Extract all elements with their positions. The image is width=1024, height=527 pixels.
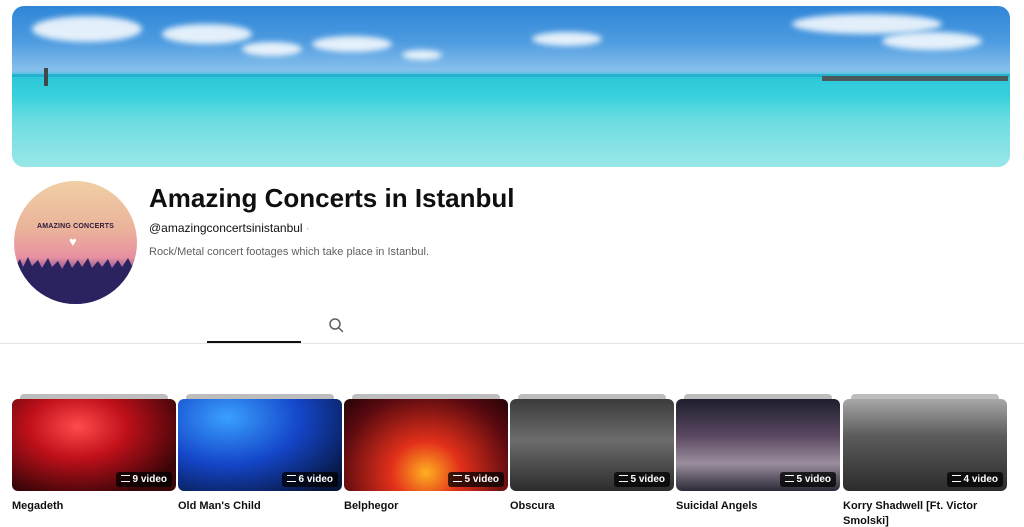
playlist-thumbnail[interactable]: 6 video [178,399,342,491]
playlist-icon [618,475,628,482]
video-count-badge: 6 video [281,472,338,487]
playlist-title[interactable]: Belphegor [344,499,508,514]
playlist-title[interactable]: Old Man's Child [178,499,342,514]
video-count: 6 video [298,474,333,485]
playlist-thumbnail[interactable]: 5 video [510,399,674,491]
playlist-icon [452,475,462,482]
channel-avatar[interactable]: AMAZING CONCERTS ♥ [14,181,137,304]
playlist-thumbnail[interactable]: 9 video [12,399,176,491]
playlist-title[interactable]: Korry Shadwell [Ft. Victor Smolski] [843,499,1007,527]
video-count-badge: 5 video [613,472,670,487]
playlist-title[interactable]: Obscura [510,499,674,514]
video-count: 5 video [464,474,499,485]
channel-handle[interactable]: @amazingconcertsinistanbul · [149,221,310,235]
video-count-badge: 4 video [946,472,1003,487]
channel-name: Amazing Concerts in Istanbul [149,183,515,213]
video-count: 4 video [963,474,998,485]
handle-text: @amazingconcertsinistanbul [149,221,303,235]
crowd-silhouette-icon [14,257,137,304]
video-count-badge: 5 video [447,472,504,487]
channel-banner [12,6,1010,167]
playlist-thumbnail[interactable]: 5 video [676,399,840,491]
heart-icon: ♥ [69,234,77,249]
video-count-badge: 9 video [115,472,172,487]
video-count: 9 video [132,474,167,485]
tabs-divider [0,343,1024,344]
playlist-title[interactable]: Suicidal Angels [676,499,840,514]
playlist-icon [286,475,296,482]
playlist-title[interactable]: Megadeth [12,499,176,514]
playlist-icon [951,475,961,482]
handle-separator: · [305,221,310,235]
playlist-thumbnail[interactable]: 4 video [843,399,1007,491]
video-count: 5 video [796,474,831,485]
channel-description[interactable]: Rock/Metal concert footages which take p… [149,246,429,258]
playlist-thumbnail[interactable]: 5 video [344,399,508,491]
search-icon[interactable] [328,317,344,333]
video-count: 5 video [630,474,665,485]
avatar-logo-text: AMAZING CONCERTS [36,223,115,230]
playlist-icon [120,475,130,482]
video-count-badge: 5 video [779,472,836,487]
playlist-icon [784,475,794,482]
